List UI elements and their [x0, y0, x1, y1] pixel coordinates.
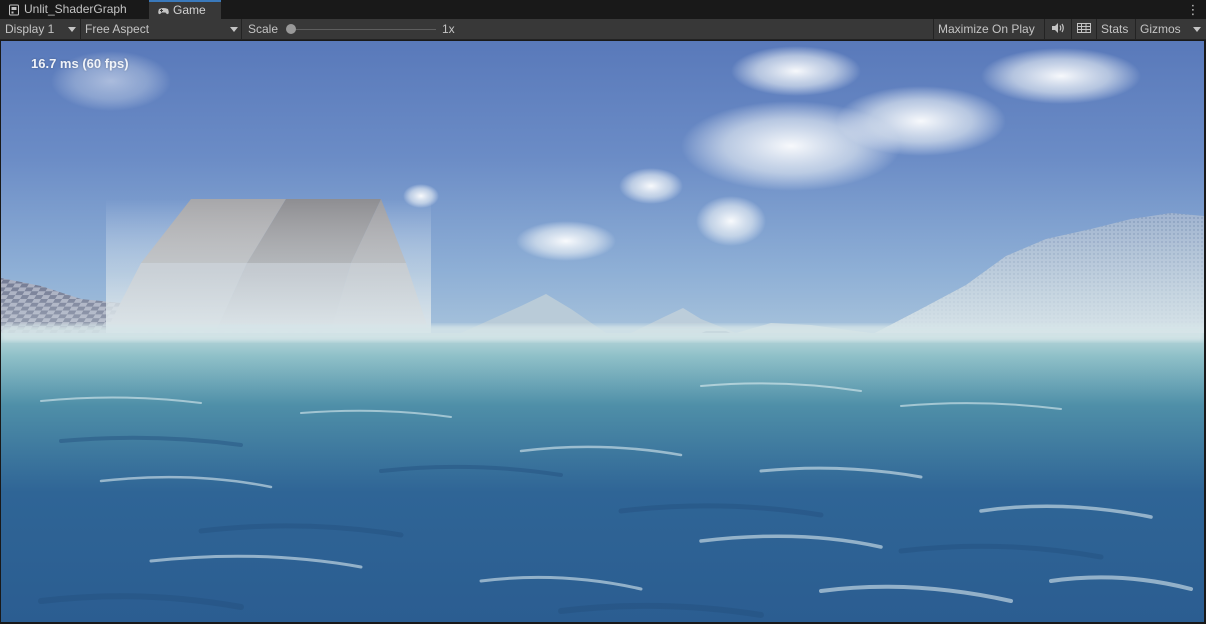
chevron-down-icon	[68, 27, 76, 32]
frame-debug-button[interactable]	[1072, 19, 1096, 39]
tab-label: Game	[173, 3, 206, 17]
display-dropdown[interactable]: Display 1	[0, 19, 80, 39]
translucent-prism-object	[106, 199, 431, 333]
stats-button[interactable]: Stats	[1097, 19, 1135, 39]
tab-game[interactable]: Game	[149, 0, 221, 19]
aspect-dropdown[interactable]: Free Aspect	[81, 19, 241, 39]
gizmos-dropdown[interactable]: Gizmos	[1136, 19, 1206, 39]
toolbar-divider	[241, 19, 242, 39]
chevron-down-icon	[230, 27, 238, 32]
scale-slider-handle[interactable]	[286, 24, 296, 34]
display-value: Display 1	[5, 22, 55, 36]
kebab-menu-icon[interactable]: ⋮	[1186, 2, 1200, 17]
scale-label: Scale	[248, 22, 279, 36]
shader-graph-icon	[8, 4, 20, 16]
editor-tab-bar: Unlit_ShaderGraph Game ⋮	[0, 0, 1206, 19]
game-viewport[interactable]: 16.7 ms (60 fps)	[1, 41, 1204, 622]
game-toolbar: Display 1 Free Aspect Scale 1x Maximize …	[0, 19, 1206, 40]
scale-value: 1x	[442, 22, 455, 36]
maximize-on-play-toggle[interactable]: Maximize On Play	[934, 19, 1044, 39]
game-scene	[1, 46, 1204, 622]
tab-unlit-shadergraph[interactable]: Unlit_ShaderGraph	[0, 0, 148, 19]
mute-audio-button[interactable]	[1045, 19, 1071, 39]
fps-counter: 16.7 ms (60 fps)	[31, 56, 129, 71]
chevron-down-icon	[1193, 27, 1201, 32]
gamepad-icon	[157, 5, 169, 17]
grid-icon	[1077, 22, 1091, 37]
aspect-value: Free Aspect	[85, 22, 150, 36]
scale-slider-track[interactable]	[290, 29, 436, 30]
gizmos-label: Gizmos	[1140, 22, 1181, 36]
tab-label: Unlit_ShaderGraph	[24, 2, 127, 16]
speaker-icon	[1051, 22, 1065, 37]
